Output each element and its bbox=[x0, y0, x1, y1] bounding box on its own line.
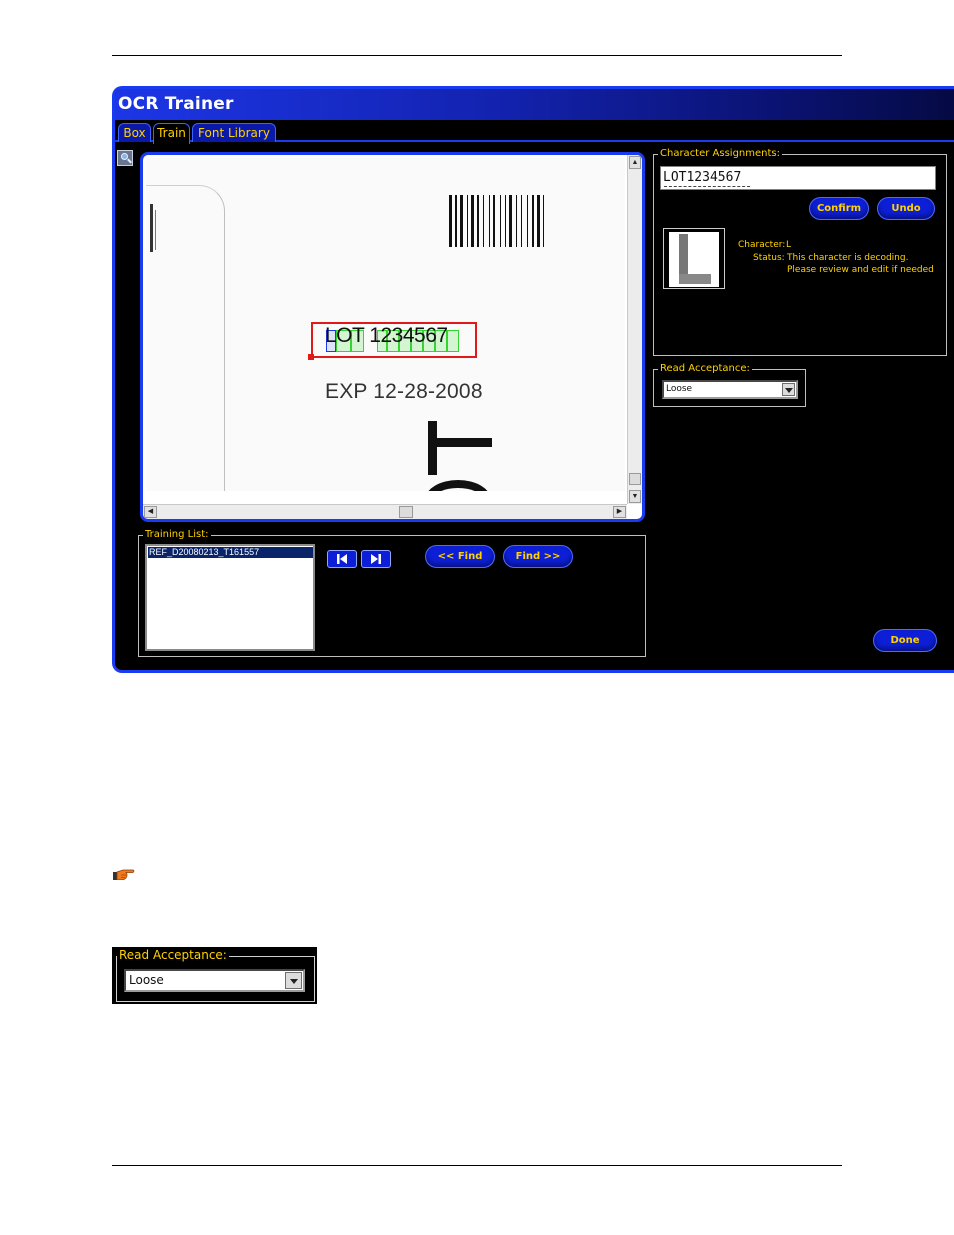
character-assignments-label: Character Assignments: bbox=[658, 148, 783, 160]
tab-font-library[interactable]: Font Library bbox=[192, 123, 276, 142]
character-prefix: Character: bbox=[738, 240, 786, 250]
scroll-left-arrow-icon[interactable]: ◀ bbox=[144, 506, 157, 518]
character-assignment-input[interactable]: LOT1234567 bbox=[660, 166, 936, 190]
skip-first-icon bbox=[337, 554, 347, 564]
image-viewer[interactable]: LOT 1234567 EXP 12-28-2008 ▲ ▼ ◀ ▶ bbox=[140, 152, 645, 522]
horizontal-scroll-thumb[interactable] bbox=[399, 506, 413, 518]
read-acceptance-label: Read Acceptance: bbox=[658, 363, 752, 375]
vertical-scroll-thumb[interactable] bbox=[629, 473, 641, 485]
label-image: LOT 1234567 EXP 12-28-2008 bbox=[146, 158, 625, 491]
expiry-text: EXP 12-28-2008 bbox=[325, 380, 483, 403]
skip-last-icon bbox=[371, 554, 381, 564]
read-acceptance-select-enlarged[interactable]: Loose bbox=[124, 969, 305, 992]
read-acceptance-group: Read Acceptance: Loose bbox=[653, 363, 806, 407]
list-item[interactable]: REF_D20080213_T161557 bbox=[148, 547, 313, 558]
magnifier-icon[interactable] bbox=[117, 150, 133, 166]
scroll-right-arrow-icon[interactable]: ▶ bbox=[613, 506, 626, 518]
read-acceptance-select[interactable]: Loose bbox=[662, 380, 798, 399]
scroll-up-arrow-icon[interactable]: ▲ bbox=[629, 156, 641, 169]
status-line-2: Please review and edit if needed bbox=[787, 265, 934, 275]
status-line-1: This character is decoding. bbox=[787, 253, 909, 263]
tab-bar: Box Train Font Library bbox=[115, 120, 954, 144]
training-listbox[interactable]: REF_D20080213_T161557 bbox=[145, 544, 315, 651]
pointing-hand-icon bbox=[113, 869, 135, 880]
title-bar: OCR Trainer bbox=[115, 89, 954, 120]
find-previous-button[interactable]: << Find bbox=[425, 545, 495, 568]
ocr-text: LOT 1234567 bbox=[325, 324, 448, 347]
barcode-image bbox=[449, 195, 584, 247]
first-button[interactable] bbox=[327, 550, 357, 568]
ocr-region-handle[interactable] bbox=[308, 354, 314, 360]
dropdown-arrow-icon[interactable] bbox=[782, 383, 795, 396]
done-button[interactable]: Done bbox=[873, 629, 937, 652]
status-prefix: Status: bbox=[753, 253, 785, 263]
scroll-down-arrow-icon[interactable]: ▼ bbox=[629, 490, 641, 503]
character-value: L bbox=[786, 240, 792, 250]
read-acceptance-widget-enlarged: Read Acceptance: Loose bbox=[112, 947, 317, 1004]
find-next-button[interactable]: Find >> bbox=[503, 545, 573, 568]
character-assignments-group: Character Assignments: LOT1234567 Confir… bbox=[653, 148, 947, 356]
training-list-label: Training List: bbox=[143, 529, 211, 541]
bottom-rule bbox=[112, 1165, 842, 1166]
char-box bbox=[447, 330, 459, 352]
tab-box[interactable]: Box bbox=[118, 123, 151, 142]
read-acceptance-label-enlarged: Read Acceptance: bbox=[117, 948, 229, 962]
dropdown-arrow-icon[interactable] bbox=[285, 972, 302, 989]
last-button[interactable] bbox=[361, 550, 391, 568]
horizontal-scrollbar[interactable]: ◀ ▶ bbox=[143, 504, 627, 519]
window-title: OCR Trainer bbox=[118, 94, 234, 114]
vertical-scrollbar[interactable]: ▲ ▼ bbox=[627, 155, 642, 504]
top-rule bbox=[112, 55, 842, 56]
undo-button[interactable]: Undo bbox=[877, 197, 935, 220]
character-preview bbox=[663, 228, 725, 289]
tab-train[interactable]: Train bbox=[153, 123, 190, 144]
training-list-group: Training List: REF_D20080213_T161557 << … bbox=[138, 529, 646, 657]
confirm-button[interactable]: Confirm bbox=[809, 197, 869, 220]
ocr-trainer-window: OCR Trainer Box Train Font Library LOT 1… bbox=[112, 86, 954, 673]
